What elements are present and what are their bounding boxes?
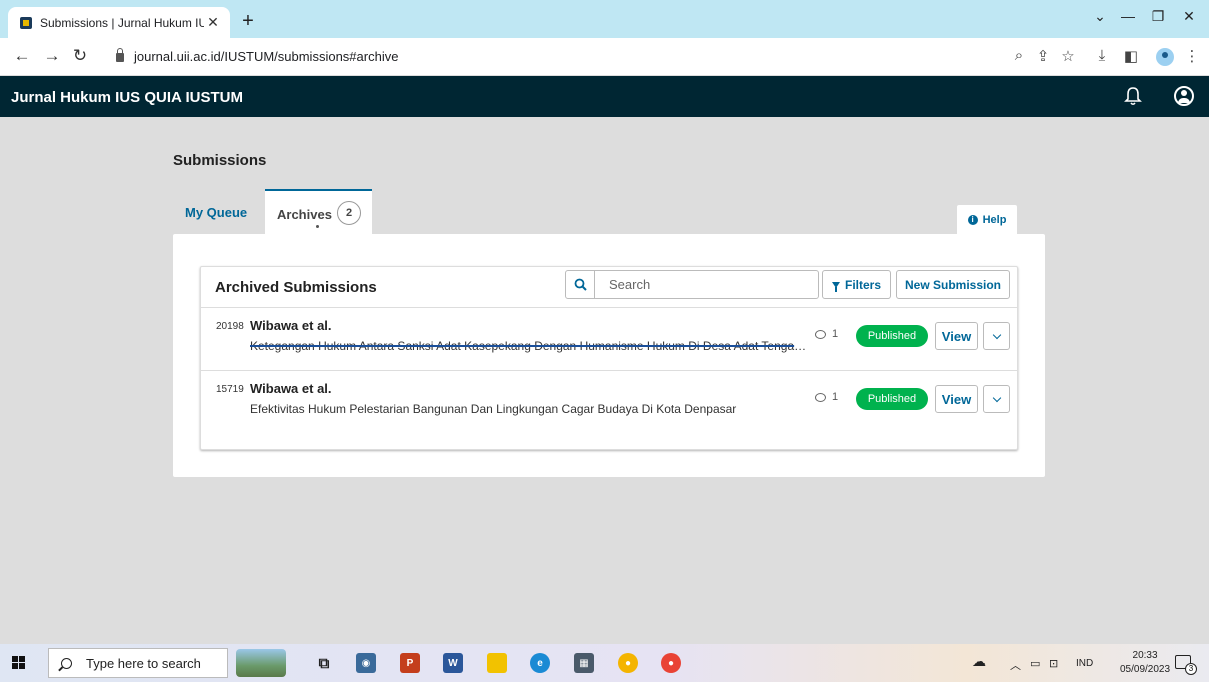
restore-icon[interactable]: ❐: [1143, 8, 1173, 25]
calculator-icon[interactable]: ▦: [574, 653, 594, 673]
search-button[interactable]: [566, 271, 595, 298]
notification-center-icon[interactable]: 3: [1175, 655, 1197, 675]
info-icon: i: [967, 214, 978, 225]
clock-time: 20:33: [1132, 650, 1158, 661]
expand-row-button[interactable]: [983, 322, 1010, 350]
windows-taskbar: Type here to search ⧉ ◉ P W e ▦ ● ● ☁ ︿ …: [0, 644, 1209, 682]
task-view-icon[interactable]: ⧉: [314, 653, 334, 673]
taskbar-search[interactable]: Type here to search: [48, 648, 228, 678]
file-explorer-icon[interactable]: [487, 653, 507, 673]
status-badge: Published: [856, 325, 928, 347]
browser-tab[interactable]: Submissions | Jurnal Hukum IUS QUIA IUST…: [8, 7, 230, 38]
chrome-icon[interactable]: ●: [618, 653, 638, 673]
submission-title: Efektivitas Hukum Pelestarian Bangunan D…: [250, 402, 737, 416]
browser-toolbar: ← → ↻ journal.uii.ac.id/IUSTUM/submissio…: [0, 38, 1209, 76]
list-header: Archived Submissions Filters New Submiss…: [201, 267, 1017, 308]
back-icon[interactable]: ←: [10, 46, 34, 66]
active-tab-dot: [316, 225, 319, 228]
submission-title: Ketegangan Hukum Antara Sanksi Adat Kase…: [250, 339, 810, 353]
chevron-down-icon: [992, 393, 1001, 402]
notification-count: 3: [1185, 663, 1197, 675]
new-tab-icon[interactable]: +: [238, 10, 258, 33]
user-account-icon[interactable]: [1174, 86, 1194, 106]
network-icon[interactable]: ⊡: [1049, 657, 1058, 670]
discussion-count: 1: [815, 328, 838, 340]
tab-archives[interactable]: Archives 2: [265, 189, 372, 234]
filters-button[interactable]: Filters: [822, 270, 891, 299]
discussion-count-value: 1: [832, 391, 839, 403]
taskbar-clock[interactable]: 20:33 05/09/2023: [1120, 649, 1170, 677]
powerpoint-icon[interactable]: P: [400, 653, 420, 673]
profile-avatar-icon[interactable]: [1156, 48, 1174, 66]
show-hidden-icons-chevron-icon[interactable]: ︿: [1010, 657, 1021, 673]
notifications-bell-icon[interactable]: [1124, 86, 1142, 106]
taskbar-search-placeholder: Type here to search: [86, 655, 201, 671]
tab-my-queue[interactable]: My Queue: [185, 205, 247, 220]
main-content: Submissions My Queue Archives 2 i Help A…: [0, 117, 1209, 644]
comment-bubble-icon: [815, 392, 826, 402]
tab-search-chevron-icon[interactable]: ⌄: [1085, 8, 1115, 25]
list-title: Archived Submissions: [215, 279, 377, 296]
journal-brand[interactable]: Jurnal Hukum IUS QUIA IUSTUM: [11, 89, 243, 106]
minimize-icon[interactable]: —: [1113, 8, 1143, 24]
forward-icon[interactable]: →: [40, 46, 64, 66]
download-icon[interactable]: ⤓: [1091, 47, 1113, 64]
close-window-icon[interactable]: ✕: [1174, 8, 1204, 25]
browser-tab-title: Submissions | Jurnal Hukum IUS QUIA IUST…: [40, 15, 204, 30]
page-title: Submissions: [173, 152, 267, 169]
submission-authors: Wibawa et al.: [250, 318, 332, 333]
search-icon: [574, 278, 587, 291]
weather-icon[interactable]: ☁: [972, 653, 986, 670]
zoom-icon[interactable]: ⌕: [1008, 47, 1030, 64]
view-button[interactable]: View: [935, 322, 978, 350]
view-button[interactable]: View: [935, 385, 978, 413]
tab-archives-label: Archives: [277, 207, 332, 222]
app-header: Jurnal Hukum IUS QUIA IUSTUM: [0, 76, 1209, 117]
browser-menu-icon[interactable]: ⋮: [1181, 47, 1203, 65]
battery-icon[interactable]: ▭: [1030, 657, 1040, 670]
chevron-down-icon: [992, 330, 1001, 339]
archives-panel: Archived Submissions Filters New Submiss…: [173, 234, 1045, 477]
help-button[interactable]: i Help: [957, 205, 1017, 234]
reload-icon[interactable]: ↻: [68, 46, 92, 66]
new-submission-button[interactable]: New Submission: [896, 270, 1010, 299]
archived-submissions-list: Archived Submissions Filters New Submiss…: [200, 266, 1018, 450]
archives-count-badge: 2: [337, 201, 361, 225]
url-text: journal.uii.ac.id/IUSTUM/submissions#arc…: [134, 49, 399, 64]
comment-bubble-icon: [815, 329, 826, 339]
clock-date: 05/09/2023: [1120, 664, 1171, 675]
search-icon: [61, 657, 72, 669]
submission-id: 20198: [216, 321, 244, 332]
windows-start-icon[interactable]: [12, 656, 26, 670]
bookmark-star-icon[interactable]: ☆: [1057, 47, 1079, 65]
search-box: [565, 270, 819, 299]
search-input[interactable]: [595, 271, 818, 298]
submission-authors: Wibawa et al.: [250, 381, 332, 396]
search-highlight-image: [236, 649, 286, 677]
chrome-profile-icon[interactable]: ●: [661, 653, 681, 673]
discussion-count-value: 1: [832, 328, 839, 340]
browser-tab-bar: Submissions | Jurnal Hukum IUS QUIA IUST…: [0, 0, 1209, 38]
help-label: Help: [982, 213, 1007, 226]
submission-row: 20198 Wibawa et al. Ketegangan Hukum Ant…: [201, 309, 1017, 371]
camera-app-icon[interactable]: ◉: [356, 653, 376, 673]
address-bar[interactable]: journal.uii.ac.id/IUSTUM/submissions#arc…: [104, 43, 1004, 70]
expand-row-button[interactable]: [983, 385, 1010, 413]
edge-browser-icon[interactable]: e: [530, 653, 550, 673]
share-icon[interactable]: ⇪: [1032, 47, 1054, 65]
submission-row: 15719 Wibawa et al. Efektivitas Hukum Pe…: [201, 372, 1017, 434]
close-tab-icon[interactable]: ✕: [204, 14, 222, 31]
site-favicon-icon: [20, 16, 32, 29]
submission-id: 15719: [216, 384, 244, 395]
side-panel-icon[interactable]: ◧: [1120, 47, 1142, 65]
status-badge: Published: [856, 388, 928, 410]
filters-label: Filters: [844, 277, 881, 292]
filter-icon: [831, 281, 840, 292]
lock-icon: [116, 48, 124, 62]
discussion-count: 1: [815, 391, 838, 403]
language-indicator[interactable]: IND: [1076, 658, 1093, 669]
word-icon[interactable]: W: [443, 653, 463, 673]
